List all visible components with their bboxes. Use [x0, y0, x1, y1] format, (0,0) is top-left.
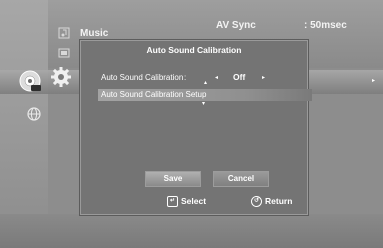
- arrow-down-icon: ▾: [202, 101, 206, 107]
- bottom-band: [0, 214, 383, 248]
- dialog-title: Auto Sound Calibration: [146, 45, 242, 55]
- return-hint: ↺ Return: [251, 196, 293, 208]
- calibration-mode-separator: :: [184, 73, 187, 82]
- calibration-mode-selector[interactable]: ▴ ◂ Off ▸: [204, 67, 271, 89]
- calibration-mode-value: Off: [233, 72, 246, 82]
- select-hint-label: Select: [181, 196, 207, 206]
- auto-sound-calibration-dialog: Auto Sound Calibration Auto Sound Calibr…: [80, 40, 312, 215]
- music-note-icon[interactable]: [58, 26, 70, 39]
- globe-icon[interactable]: [27, 107, 41, 121]
- av-sync-value: : 50msec: [304, 20, 347, 31]
- calibration-mode-label: Auto Sound Calibration: [101, 73, 184, 82]
- calibration-setup-label[interactable]: Auto Sound Calibration Setup: [101, 90, 206, 99]
- arrow-left-icon[interactable]: ◂: [215, 74, 218, 81]
- arrow-up-icon: ▴: [204, 80, 208, 86]
- select-key-icon: ↵: [167, 196, 178, 208]
- av-sync-label[interactable]: AV Sync: [216, 20, 256, 31]
- save-button[interactable]: Save: [145, 171, 201, 187]
- select-hint: ↵ Select: [167, 196, 207, 208]
- gear-icon[interactable]: [50, 66, 72, 88]
- disc-icon[interactable]: [19, 70, 41, 92]
- music-menu-label[interactable]: Music: [80, 28, 108, 39]
- photo-icon[interactable]: [58, 45, 70, 58]
- arrow-right-icon[interactable]: ▸: [262, 74, 265, 81]
- return-key-icon: ↺: [251, 196, 262, 208]
- cancel-button[interactable]: Cancel: [213, 171, 269, 187]
- menu-arrow-right-icon: ▸: [372, 78, 376, 84]
- return-hint-label: Return: [265, 196, 293, 206]
- left-icon-column: [0, 0, 48, 248]
